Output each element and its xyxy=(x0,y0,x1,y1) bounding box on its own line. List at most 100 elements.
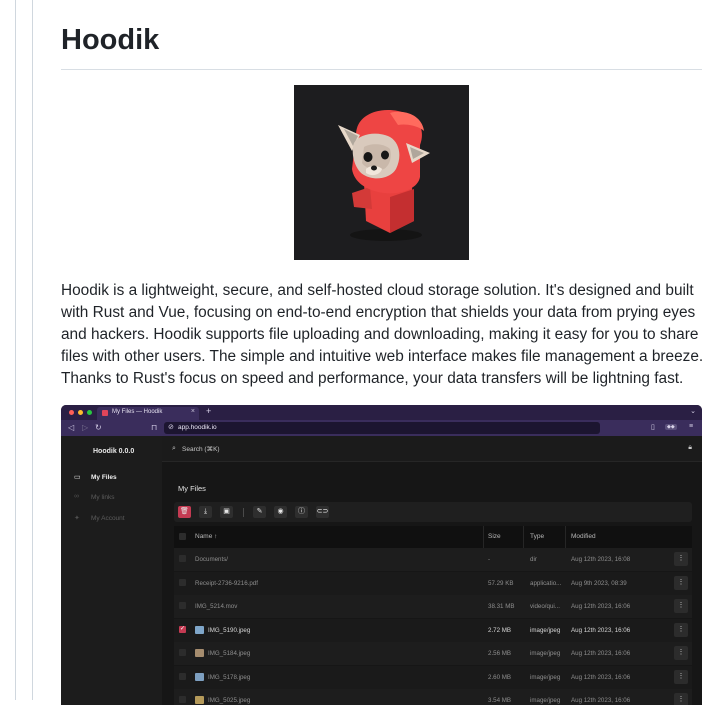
row-actions-button[interactable]: ⋮ xyxy=(674,599,688,613)
trash-icon[interactable]: 🗑︎ xyxy=(178,506,191,518)
table-row[interactable]: ✓ IMG_5190.jpeg 2.72 MB image/jpeg Aug 12th … xyxy=(174,618,692,643)
cell-size: 2.60 MB xyxy=(488,673,512,681)
column-type[interactable]: Type xyxy=(530,533,544,540)
cell-modified: Aug 12th 2023, 16:06 xyxy=(571,673,631,681)
row-actions-button[interactable]: ⋮ xyxy=(674,575,688,590)
gutter-line xyxy=(15,0,16,700)
cell-size: - xyxy=(488,556,491,563)
favicon-icon xyxy=(102,410,108,416)
row-checkbox[interactable]: ✓ xyxy=(179,625,186,633)
table-row[interactable]: IMG_5184.jpeg 2.56 MB image/jpeg Aug 12th 2… xyxy=(174,642,692,666)
maximize-window-icon[interactable] xyxy=(87,410,92,415)
sidebar-item-my-files[interactable]: ▭ My Files xyxy=(74,473,160,485)
sidebar-item-my-links[interactable]: ∞ My links xyxy=(74,493,160,505)
url-bar[interactable]: ⊘ app.hoodik.io xyxy=(164,422,600,434)
cell-name: IMG_5190.jpeg xyxy=(208,626,251,634)
sidebar-item-my-account[interactable]: ✦ My Account xyxy=(74,514,160,526)
sidebar-item-label: My links xyxy=(91,494,115,501)
row-checkbox[interactable] xyxy=(179,555,186,562)
download-icon[interactable]: ⤓ xyxy=(199,506,212,518)
forward-icon[interactable]: ▷ xyxy=(82,423,88,432)
cell-modified: Aug 12th 2023, 16:06 xyxy=(571,697,631,704)
app-brand: Hoodik 0.0.0 xyxy=(93,448,135,455)
preview-icon[interactable]: ◉ xyxy=(274,506,287,518)
cell-size: 3.54 MB xyxy=(488,697,512,704)
row-actions-button[interactable]: ⋮ xyxy=(674,622,688,637)
sidebar-toggle-icon[interactable]: ▯ xyxy=(651,423,655,431)
cell-size: 57.29 KB xyxy=(488,579,514,587)
cell-name: IMG_5184.jpeg xyxy=(208,650,251,657)
lock-icon[interactable]: 🔒︎ xyxy=(688,444,692,452)
cell-name: IMG_5178.jpeg xyxy=(208,673,251,681)
search-label: Search (⌘K) xyxy=(182,446,220,453)
rename-icon[interactable]: ✎ xyxy=(253,506,266,518)
toolbar-divider xyxy=(243,508,244,517)
close-window-icon[interactable] xyxy=(69,410,74,415)
column-name[interactable]: Name ↑ xyxy=(195,533,217,540)
table-header: Name ↑ Size Type Modified xyxy=(174,526,692,548)
title-divider xyxy=(61,69,702,70)
cell-type: image/jpeg xyxy=(530,626,561,634)
table-row[interactable]: Receipt-2736-9216.pdf 57.29 KB applicatio.… xyxy=(174,571,692,596)
row-actions-button[interactable]: ⋮ xyxy=(674,552,688,566)
app-screenshot: My Files — Hoodik × + ⌄ ◁ ▷ ↻ ⊓ ⊘ app.ho… xyxy=(61,405,702,705)
extension-icon[interactable]: ◆◆ xyxy=(665,424,677,430)
app-main: ⌕ Search (⌘K) 🔒︎ My Files 🗑︎ ⤓ ▣ ✎ ◉ ⓘ ⊂… xyxy=(162,436,702,705)
cell-modified: Aug 12th 2023, 16:06 xyxy=(571,603,631,610)
row-checkbox[interactable] xyxy=(179,578,186,586)
cell-type: image/jpeg xyxy=(530,673,561,681)
table-row[interactable]: IMG_5178.jpeg 2.60 MB image/jpeg Aug 12th 2… xyxy=(174,665,692,690)
search-bar[interactable]: ⌕ Search (⌘K) 🔒︎ xyxy=(162,436,702,462)
select-all-checkbox[interactable] xyxy=(179,533,186,540)
cell-modified: Aug 12th 2023, 16:08 xyxy=(571,556,631,563)
browser-tab-bar: My Files — Hoodik × + ⌄ xyxy=(61,405,702,420)
table-row[interactable]: IMG_5214.mov 38.31 MB video/qui... Aug 12th… xyxy=(174,595,692,619)
cell-name: Documents/ xyxy=(195,556,229,563)
section-title: My Files xyxy=(178,484,206,493)
back-icon[interactable]: ◁ xyxy=(68,423,74,432)
tab-close-icon[interactable]: × xyxy=(191,408,195,415)
page-title: Hoodik xyxy=(61,24,160,56)
hoodik-logo xyxy=(294,85,469,260)
cell-type: dir xyxy=(530,556,537,563)
menu-icon[interactable]: ≡ xyxy=(689,423,693,430)
image-thumbnail-icon xyxy=(195,672,204,681)
cell-name: IMG_5025.jpeg xyxy=(208,697,251,704)
cell-type: applicatio... xyxy=(530,579,562,587)
cell-type: image/jpeg xyxy=(530,650,561,657)
cell-type: video/qui... xyxy=(530,603,560,610)
new-folder-icon[interactable]: ▣ xyxy=(220,506,233,518)
column-divider xyxy=(523,526,524,548)
table-row[interactable]: Documents/ - dir Aug 12th 2023, 16:08 ⋮ xyxy=(174,548,692,572)
column-divider xyxy=(483,526,484,548)
cell-size: 2.72 MB xyxy=(488,626,512,634)
info-icon[interactable]: ⓘ xyxy=(295,506,308,518)
cell-size: 38.31 MB xyxy=(488,603,515,610)
row-checkbox[interactable] xyxy=(179,649,186,656)
minimize-window-icon[interactable] xyxy=(78,410,83,415)
sidebar-item-label: My Files xyxy=(91,474,117,481)
row-actions-button[interactable]: ⋮ xyxy=(674,669,688,684)
account-icon: ✦ xyxy=(74,515,80,522)
row-actions-button[interactable]: ⋮ xyxy=(674,693,688,705)
cell-name: Receipt-2736-9216.pdf xyxy=(195,579,258,587)
row-checkbox[interactable] xyxy=(179,672,186,680)
site-info-icon[interactable]: ⊘ xyxy=(168,423,174,431)
reload-icon[interactable]: ↻ xyxy=(95,423,102,432)
row-actions-button[interactable]: ⋮ xyxy=(674,646,688,660)
description-paragraph: Hoodik is a lightweight, secure, and sel… xyxy=(61,282,704,387)
column-size[interactable]: Size xyxy=(488,533,501,540)
browser-tab[interactable]: My Files — Hoodik × xyxy=(97,407,199,420)
link-icon: ∞ xyxy=(74,493,79,500)
tab-title: My Files — Hoodik xyxy=(112,409,163,415)
new-tab-icon[interactable]: + xyxy=(206,406,211,416)
column-modified[interactable]: Modified xyxy=(571,533,596,540)
bookmark-icon[interactable]: ⊓ xyxy=(151,423,157,432)
sidebar-item-label: My Account xyxy=(91,515,125,522)
column-divider xyxy=(565,526,566,548)
tab-list-icon[interactable]: ⌄ xyxy=(690,407,696,415)
cell-modified: Aug 12th 2023, 16:06 xyxy=(571,626,631,634)
link-icon[interactable]: ⊂⊃ xyxy=(316,506,329,518)
table-row[interactable]: IMG_5025.jpeg 3.54 MB image/jpeg Aug 12th 2… xyxy=(174,689,692,705)
row-checkbox[interactable] xyxy=(179,602,186,609)
